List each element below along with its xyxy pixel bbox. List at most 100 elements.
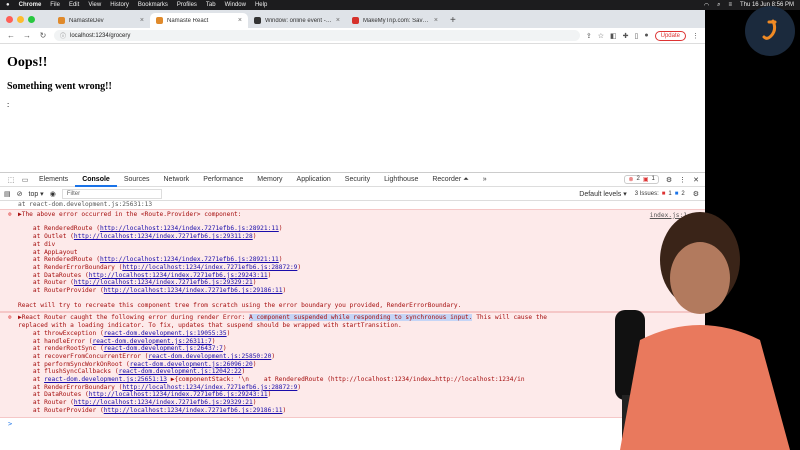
devtools-tab-application[interactable]: Application bbox=[290, 173, 338, 187]
tab-title: NamasteDev bbox=[69, 17, 104, 24]
devtools-menu-icon[interactable]: ⋮ bbox=[679, 176, 686, 184]
log-levels-dropdown[interactable]: Default levels ▾ bbox=[579, 190, 626, 198]
page-viewport: Oops!! Something went wrong!! : bbox=[0, 44, 705, 180]
sidebar-toggle-icon[interactable]: ▤ bbox=[4, 190, 11, 198]
close-devtools-icon[interactable]: ✕ bbox=[693, 176, 699, 184]
stack-frame-link[interactable]: react-dom.development.js:26437:7 bbox=[104, 345, 223, 352]
console-settings-icon[interactable]: ⚙ bbox=[693, 190, 699, 198]
device-toolbar-icon[interactable]: ▭ bbox=[18, 176, 32, 184]
close-tab-icon[interactable]: × bbox=[434, 17, 438, 24]
update-button[interactable]: Update bbox=[654, 30, 686, 41]
stack-frame-link[interactable]: react-dom.development.js:25651:13 bbox=[44, 376, 167, 383]
stack-frame-link[interactable]: http://localhost:1234/index.7271efb6.js:… bbox=[89, 391, 268, 398]
zoom-window-button[interactable] bbox=[28, 16, 35, 23]
stack-frame-link[interactable]: http://localhost:1234/index.7271efb6.js:… bbox=[104, 287, 283, 294]
menu-window[interactable]: Window bbox=[225, 2, 246, 8]
close-tab-icon[interactable]: × bbox=[140, 17, 144, 24]
more-tabs-icon[interactable]: » bbox=[476, 173, 494, 187]
favicon-icon bbox=[156, 17, 163, 24]
stack-frame-suffix: ) bbox=[241, 368, 246, 376]
close-tab-icon[interactable]: × bbox=[336, 17, 340, 24]
forward-icon[interactable]: → bbox=[22, 31, 32, 40]
menu-help[interactable]: Help bbox=[255, 2, 267, 8]
stack-frame-suffix: ) bbox=[252, 399, 257, 407]
devtools-tab-elements[interactable]: Elements bbox=[32, 173, 75, 187]
back-icon[interactable]: ← bbox=[6, 31, 16, 40]
tab-namaste-react[interactable]: Namaste React × bbox=[150, 13, 248, 28]
stack-frame-link[interactable]: http://localhost:1234/index.7271efb6.js:… bbox=[74, 233, 253, 240]
address-url[interactable]: localhost:1234/grocery bbox=[70, 33, 130, 39]
stack-frame-link[interactable]: react-dom.development.js:25850:20 bbox=[148, 353, 271, 360]
stack-frame-link[interactable]: http://localhost:1234/index.7271efb6.js:… bbox=[122, 384, 297, 391]
stack-frame-link[interactable]: http://localhost:1234/index.7271efb6.js:… bbox=[74, 279, 253, 286]
stack-frame-link[interactable]: react-dom.development.js:12042:22 bbox=[119, 368, 242, 375]
devtools-tab-performance[interactable]: Performance bbox=[196, 173, 250, 187]
stack-frame-text: at Router ( bbox=[18, 279, 74, 287]
extension-icon[interactable]: ◧ bbox=[610, 32, 617, 40]
stack-frame-suffix: ) bbox=[278, 225, 283, 233]
menu-profiles[interactable]: Profiles bbox=[177, 2, 197, 8]
new-tab-button[interactable]: + bbox=[444, 15, 462, 28]
inspect-element-icon[interactable]: ⬚ bbox=[4, 176, 18, 184]
console-filter-input[interactable]: Filter bbox=[61, 188, 162, 199]
minimize-window-button[interactable] bbox=[17, 16, 24, 23]
devtools-tab-memory[interactable]: Memory bbox=[250, 173, 289, 187]
share-icon[interactable]: ⇪ bbox=[586, 32, 592, 40]
reload-icon[interactable]: ↻ bbox=[38, 31, 48, 40]
stack-frame-link[interactable]: http://localhost:1234/index.7271efb6.js:… bbox=[74, 399, 253, 406]
context-label: top bbox=[28, 190, 39, 198]
control-center-icon[interactable]: ≡ bbox=[728, 2, 732, 8]
close-window-button[interactable] bbox=[6, 16, 13, 23]
menu-history[interactable]: History bbox=[110, 2, 129, 8]
stack-frame-link[interactable]: http://localhost:1234/index.7271efb6.js:… bbox=[100, 256, 279, 263]
stack-frame-suffix: ) bbox=[282, 406, 287, 414]
macos-menubar: ● Chrome File Edit View History Bookmark… bbox=[0, 0, 800, 10]
error-warning-counter[interactable]: ⊗ 2 ▣ 1 bbox=[624, 175, 659, 184]
devtools-tabbar: ⬚ ▭ Elements Console Sources Network Per… bbox=[0, 173, 705, 187]
menu-edit[interactable]: Edit bbox=[69, 2, 79, 8]
bookmark-star-icon[interactable]: ☆ bbox=[598, 32, 604, 40]
stack-frame-link[interactable]: http://localhost:1234/index.7271efb6.js:… bbox=[100, 225, 279, 232]
devtools-tab-console[interactable]: Console bbox=[75, 173, 117, 187]
settings-gear-icon[interactable]: ⚙ bbox=[666, 176, 672, 184]
devtools-tabbar-right: ⊗ 2 ▣ 1 ⚙ ⋮ ✕ bbox=[624, 175, 705, 184]
apple-icon[interactable]: ● bbox=[6, 2, 10, 8]
stack-frame-text: at handleError ( bbox=[18, 337, 93, 345]
devtools-tab-network[interactable]: Network bbox=[157, 173, 197, 187]
menu-bookmarks[interactable]: Bookmarks bbox=[138, 2, 168, 8]
issues-button[interactable]: 3 Issues: ■ 1 ■ 2 bbox=[635, 191, 685, 197]
tab-makemytrip[interactable]: MakeMyTrip.com: Save upto 6 × bbox=[346, 13, 444, 28]
stack-frame-link[interactable]: react-dom.development.js:19055:35 bbox=[104, 330, 227, 337]
clear-console-icon[interactable]: ⊘ bbox=[17, 190, 23, 198]
stack-frame-link[interactable]: http://localhost:1234/index.7271efb6.js:… bbox=[89, 272, 268, 279]
tab-window-online-event[interactable]: Window: online event - Web A × bbox=[248, 13, 346, 28]
menu-view[interactable]: View bbox=[88, 2, 101, 8]
close-tab-icon[interactable]: × bbox=[238, 17, 242, 24]
search-icon[interactable]: ⌕ bbox=[717, 2, 720, 9]
wifi-icon[interactable]: ◠ bbox=[704, 2, 709, 9]
menu-tab[interactable]: Tab bbox=[206, 2, 216, 8]
stack-frame-link[interactable]: react-dom.development.js:26311:7 bbox=[93, 338, 212, 345]
address-bar[interactable]: ⓘ localhost:1234/grocery bbox=[54, 30, 580, 41]
tab-namastedev[interactable]: NamasteDev × bbox=[52, 13, 150, 28]
stack-frame-text: at Outlet ( bbox=[18, 233, 74, 241]
context-select[interactable]: top ▾ bbox=[29, 190, 44, 198]
puzzle-icon[interactable]: ✚ bbox=[623, 32, 629, 40]
profile-avatar-icon[interactable]: ● bbox=[644, 32, 648, 39]
error-icon: ⊗ bbox=[628, 177, 634, 183]
live-expression-eye-icon[interactable]: ◉ bbox=[50, 190, 56, 198]
site-info-icon[interactable]: ⓘ bbox=[60, 31, 66, 40]
devtools-tab-lighthouse[interactable]: Lighthouse bbox=[377, 173, 425, 187]
menu-kebab-icon[interactable]: ⋮ bbox=[692, 32, 699, 40]
sidepanel-icon[interactable]: ▯ bbox=[635, 32, 639, 40]
menu-app-name[interactable]: Chrome bbox=[19, 2, 42, 8]
window-controls bbox=[6, 16, 35, 23]
devtools-tab-sources[interactable]: Sources bbox=[117, 173, 157, 187]
menu-file[interactable]: File bbox=[50, 2, 60, 8]
stack-frame-suffix: ) bbox=[252, 233, 257, 241]
stack-frame-link[interactable]: http://localhost:1234/index.7271efb6.js:… bbox=[104, 407, 283, 414]
stack-frame-link[interactable]: react-dom.development.js:26096:20 bbox=[130, 361, 253, 368]
devtools-tab-security[interactable]: Security bbox=[338, 173, 377, 187]
devtools-tab-recorder[interactable]: Recorder ⏶ bbox=[425, 173, 475, 187]
stack-frame-link[interactable]: http://localhost:1234/index.7271efb6.js:… bbox=[122, 264, 297, 271]
